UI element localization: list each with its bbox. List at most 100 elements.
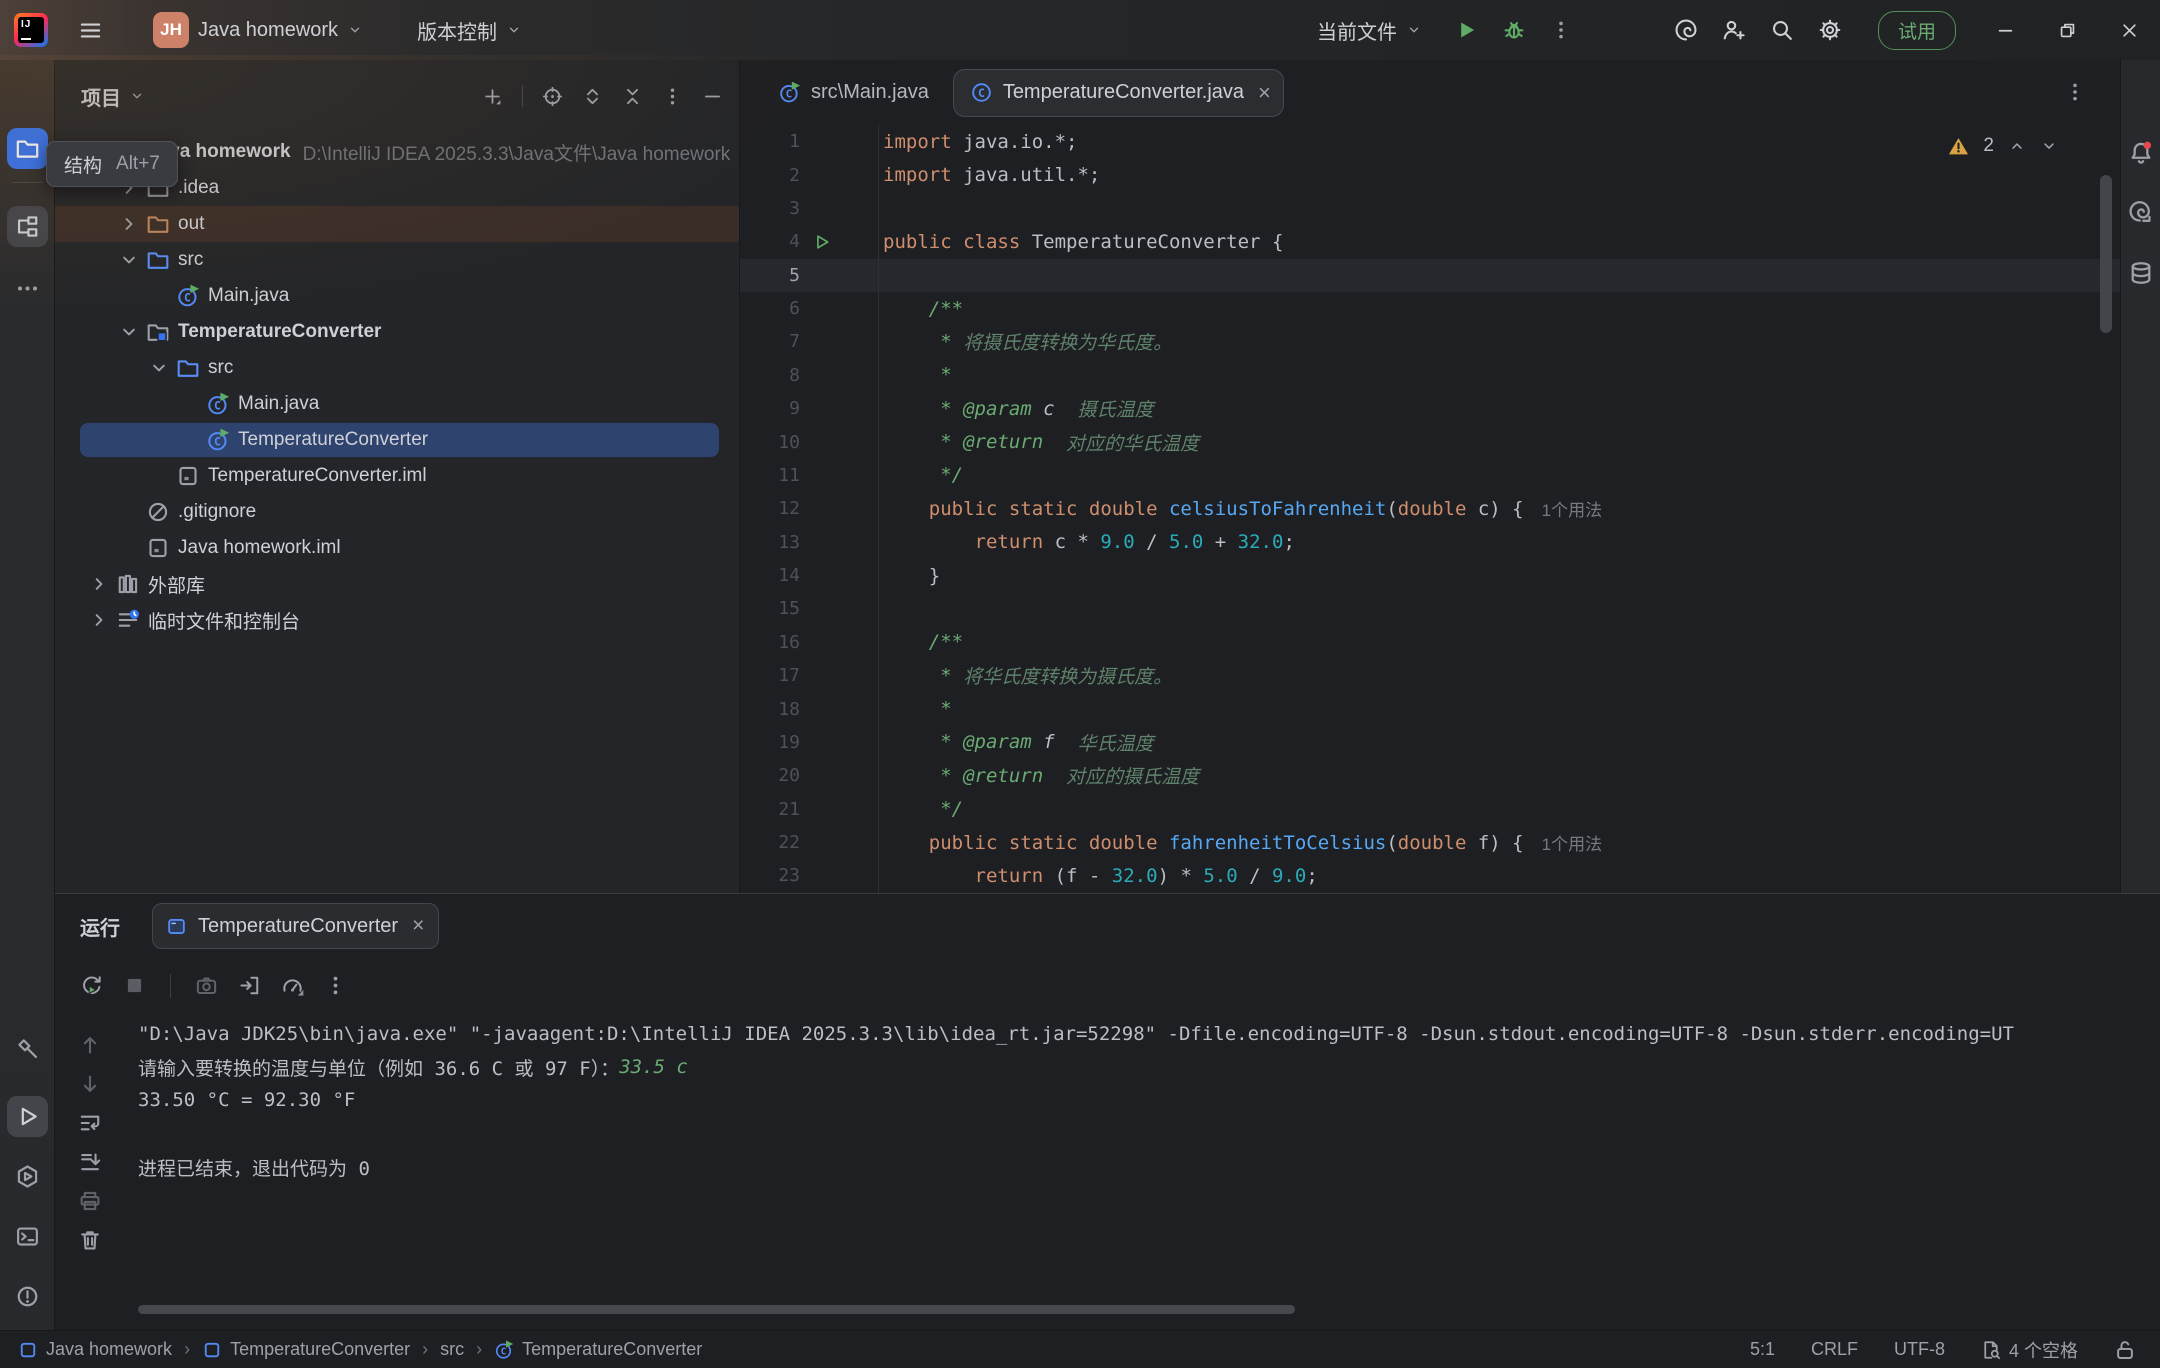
code-with-me-button[interactable] (1710, 8, 1758, 52)
code-line-11[interactable]: 11 */ (740, 459, 2120, 492)
code-line-19[interactable]: 19 * @param f 华氏温度 (740, 726, 2120, 759)
code-line-4[interactable]: 4public class TemperatureConverter { (740, 225, 2120, 258)
tree-item-src[interactable]: src (55, 242, 739, 278)
tool-problems-button[interactable] (7, 1276, 48, 1317)
code-line-12[interactable]: 12 public static double celsiusToFahrenh… (740, 492, 2120, 525)
hide-panel-button[interactable] (702, 86, 723, 107)
breadcrumb-item-temperatureconverter[interactable]: TemperatureConverter (202, 1339, 410, 1360)
close-button[interactable] (2098, 0, 2160, 60)
run-button[interactable] (1442, 8, 1490, 52)
code-line-5[interactable]: 5 (740, 259, 2120, 292)
code-line-7[interactable]: 7 * 将摄氏度转换为华氏度。 (740, 325, 2120, 358)
indent-setting[interactable]: 4 个空格 (1981, 1337, 2078, 1363)
code-line-8[interactable]: 8 * (740, 359, 2120, 392)
chevron-right-icon[interactable] (118, 213, 140, 235)
print-icon[interactable] (78, 1189, 102, 1213)
main-menu-button[interactable] (66, 8, 115, 52)
code-line-20[interactable]: 20 * @return 对应的摄氏温度 (740, 759, 2120, 792)
panel-options-button[interactable] (662, 86, 683, 107)
breadcrumb-item-java-homework[interactable]: Java homework (18, 1339, 172, 1360)
prev-warning-button[interactable] (2008, 137, 2026, 155)
code-line-13[interactable]: 13 return c * 9.0 / 5.0 + 32.0; (740, 526, 2120, 559)
settings-button[interactable] (1806, 8, 1854, 52)
tree-item-gitignore[interactable]: .gitignore (55, 494, 739, 530)
code-line-17[interactable]: 17 * 将华氏度转换为摄氏度。 (740, 659, 2120, 692)
dump-threads-button[interactable] (238, 974, 261, 997)
console-scrollbar[interactable] (138, 1305, 1295, 1314)
collapse-all-button[interactable] (622, 86, 643, 107)
locate-file-button[interactable] (542, 86, 563, 107)
profiler-button[interactable] (281, 974, 304, 997)
tree-item-out[interactable]: out (55, 206, 739, 242)
more-run-actions-button[interactable] (1538, 8, 1584, 52)
run-configuration-selector[interactable]: 当前文件 (1305, 8, 1434, 52)
next-warning-button[interactable] (2040, 137, 2058, 155)
code-line-14[interactable]: 14 } (740, 559, 2120, 592)
code-line-9[interactable]: 9 * @param c 摄氏温度 (740, 392, 2120, 425)
chevron-down-icon[interactable] (118, 249, 140, 271)
tree-item-temperatureconverter[interactable]: CTemperatureConverter (55, 422, 739, 458)
chevron-down-icon[interactable] (118, 321, 140, 343)
ai-assistant-button[interactable] (1662, 8, 1710, 52)
trial-badge[interactable]: 试用 (1878, 11, 1956, 50)
database-icon[interactable] (2128, 260, 2154, 286)
stop-button[interactable] (123, 974, 146, 997)
tool-services-button[interactable] (7, 1156, 48, 1197)
code-line-3[interactable]: 3 (740, 192, 2120, 225)
unlock-icon[interactable] (2114, 1339, 2136, 1361)
code-line-23[interactable]: 23 return (f - 32.0) * 5.0 / 9.0; (740, 859, 2120, 892)
chevron-down-icon[interactable] (148, 357, 170, 379)
vcs-widget[interactable]: 版本控制 (405, 8, 534, 52)
restore-button[interactable] (2036, 0, 2098, 60)
code-line-15[interactable]: 15 (740, 592, 2120, 625)
tool-run-button[interactable] (7, 1096, 48, 1137)
tree-item-temperatureconverter[interactable]: TemperatureConverter (55, 314, 739, 350)
tree-item-java-homework-iml[interactable]: Java homework.iml (55, 530, 739, 566)
code-line-6[interactable]: 6 /** (740, 292, 2120, 325)
tab-options-button[interactable] (2064, 81, 2086, 103)
code-line-1[interactable]: 1import java.io.*; (740, 125, 2120, 158)
editor-tab-src-main-java[interactable]: Csrc\Main.java (764, 69, 943, 117)
run-class-gutter-icon[interactable] (812, 232, 831, 251)
notifications-bell-icon[interactable] (2128, 140, 2154, 166)
add-button[interactable] (482, 86, 503, 107)
rerun-button[interactable] (80, 974, 103, 997)
caret-position[interactable]: 5:1 (1750, 1339, 1775, 1360)
code-line-10[interactable]: 10 * @return 对应的华氏温度 (740, 425, 2120, 458)
code-line-16[interactable]: 16 /** (740, 626, 2120, 659)
tree-item-临时文件和控制台[interactable]: 临时文件和控制台 (55, 602, 739, 638)
tree-item-src[interactable]: src (55, 350, 739, 386)
tree-item-外部库[interactable]: 外部库 (55, 566, 739, 602)
tool-build-button[interactable] (7, 1028, 48, 1069)
close-run-tab-button[interactable]: × (412, 914, 424, 938)
soft-wrap-button[interactable] (78, 1111, 102, 1135)
chevron-right-icon[interactable] (88, 573, 110, 595)
breadcrumb-item-src[interactable]: src (440, 1339, 464, 1360)
more-tool-windows-button[interactable] (7, 268, 48, 309)
debug-button[interactable] (1490, 8, 1538, 52)
console-options-button[interactable] (324, 974, 347, 997)
file-encoding[interactable]: UTF-8 (1894, 1339, 1945, 1360)
screenshot-button[interactable] (195, 974, 218, 997)
ai-chat-icon[interactable] (2128, 200, 2154, 226)
tool-structure-button[interactable] (7, 206, 48, 247)
code-line-22[interactable]: 22 public static double fahrenheitToCels… (740, 826, 2120, 859)
code-editor[interactable]: 1import java.io.*;2import java.util.*;34… (740, 125, 2120, 893)
line-separator[interactable]: CRLF (1811, 1339, 1858, 1360)
project-widget[interactable]: JH Java homework (141, 8, 375, 52)
code-line-2[interactable]: 2import java.util.*; (740, 158, 2120, 191)
tool-project-button[interactable] (7, 128, 48, 169)
expand-all-button[interactable] (582, 86, 603, 107)
clear-console-button[interactable] (78, 1228, 102, 1252)
editor-tab-temperatureconverter-java[interactable]: CTemperatureConverter.java× (953, 69, 1284, 117)
tree-item-temperatureconverter-iml[interactable]: TemperatureConverter.iml (55, 458, 739, 494)
project-panel-title-dropdown[interactable]: 项目 (81, 82, 145, 111)
tree-item-main-java[interactable]: CMain.java (55, 386, 739, 422)
run-tab[interactable]: TemperatureConverter × (152, 903, 439, 949)
usages-inlay-hint[interactable]: 1个用法 (1542, 830, 1602, 855)
editor-scrollbar[interactable] (2100, 175, 2112, 333)
close-tab-button[interactable]: × (1258, 82, 1271, 104)
tool-terminal-button[interactable] (7, 1216, 48, 1257)
search-everywhere-button[interactable] (1758, 8, 1806, 52)
tree-item-main-java[interactable]: CMain.java (55, 278, 739, 314)
